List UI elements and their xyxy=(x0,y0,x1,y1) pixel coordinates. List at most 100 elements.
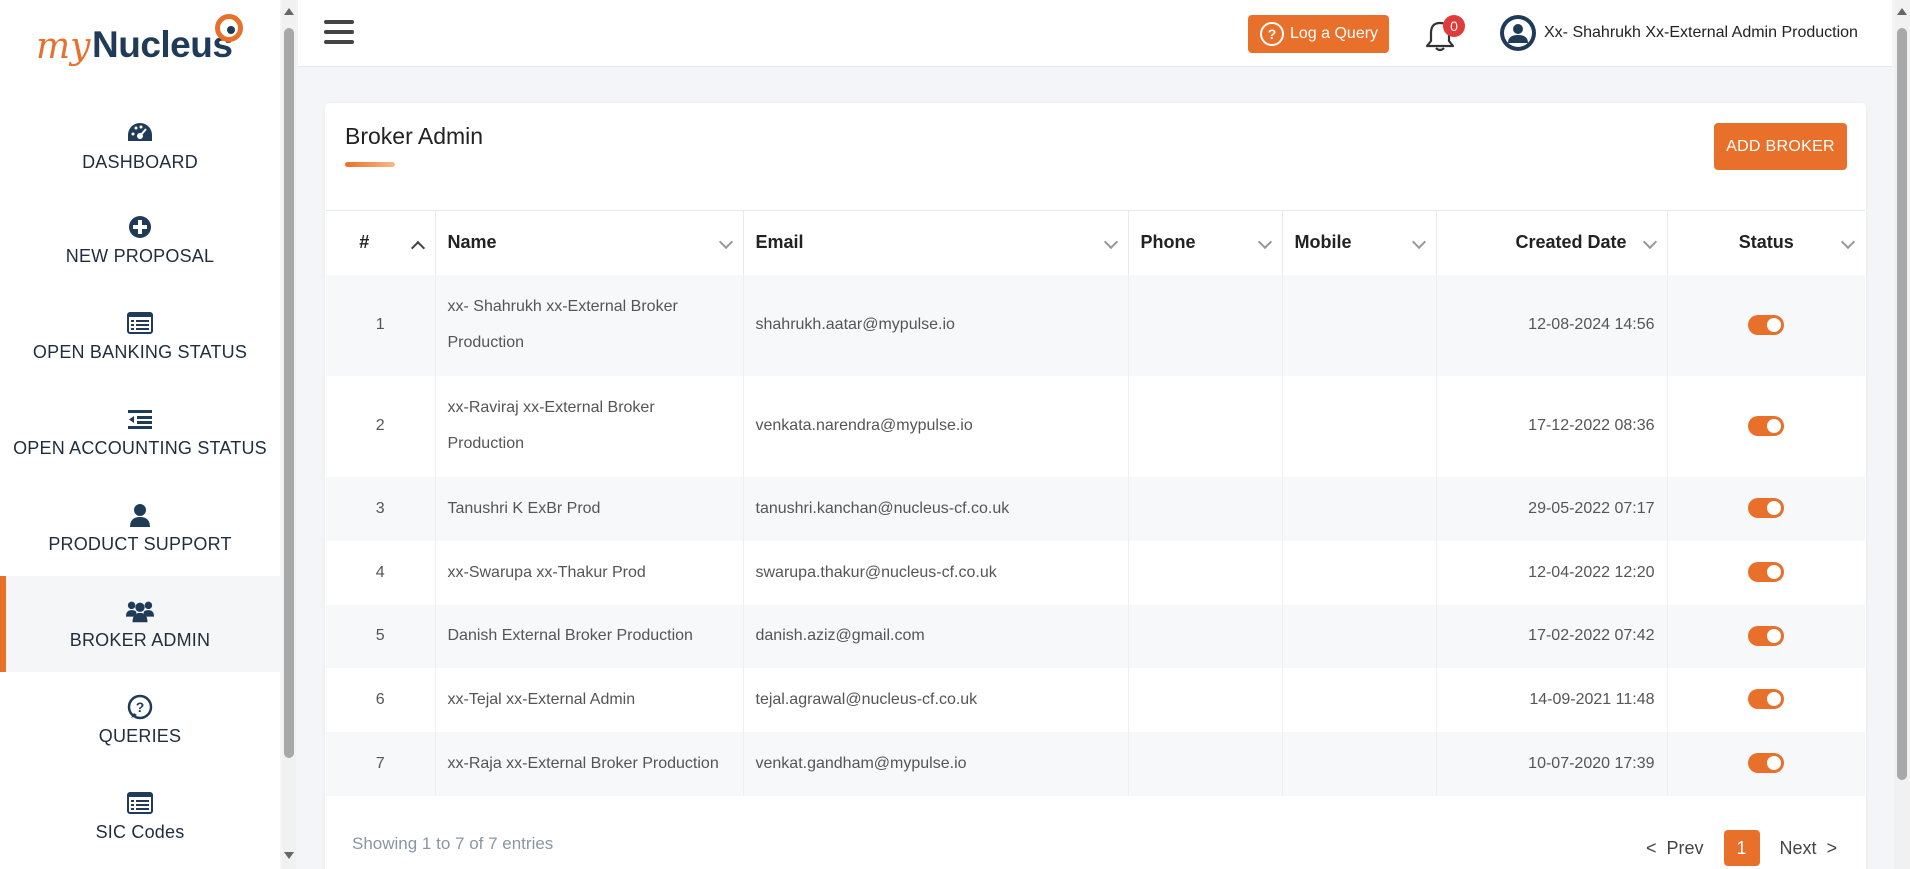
sort-icon[interactable] xyxy=(1642,234,1657,250)
sidebar-item-new-proposal[interactable]: NEW PROPOSAL xyxy=(0,192,280,288)
scroll-up-icon[interactable] xyxy=(1897,8,1907,15)
cell-number: 3 xyxy=(326,476,436,541)
next-page-link[interactable]: Next > xyxy=(1780,838,1838,859)
cell-name: xx-Tejal xx-External Admin xyxy=(435,667,744,732)
cell-status xyxy=(1667,375,1865,477)
dashboard-icon xyxy=(126,120,154,146)
cell-phone xyxy=(1128,731,1283,796)
cell-mobile xyxy=(1282,274,1437,376)
sort-icon[interactable] xyxy=(1103,234,1118,250)
column-header-label: Mobile xyxy=(1294,232,1352,253)
cell-created-date: 10-07-2020 17:39 xyxy=(1436,731,1668,796)
broker-table: # Name Email Phone Mobile Created Date S… xyxy=(326,210,1865,796)
column-header-label: # xyxy=(359,232,370,253)
sort-ascending-icon[interactable] xyxy=(410,240,425,256)
table-row[interactable]: 6 xx-Tejal xx-External Admin tejal.agraw… xyxy=(326,667,1865,732)
sidebar-item-product-support[interactable]: PRODUCT SUPPORT xyxy=(0,480,280,576)
name-line: xx-Raviraj xx-External Broker xyxy=(447,399,655,416)
cell-email: venkat.gandham@mypulse.io xyxy=(743,731,1129,796)
plus-circle-icon xyxy=(126,214,154,240)
cell-number: 5 xyxy=(326,604,436,668)
sidebar-item-open-banking-status[interactable]: OPEN BANKING STATUS xyxy=(0,288,280,384)
cell-name: xx-Raviraj xx-External Broker Production xyxy=(435,375,744,477)
column-header-mobile[interactable]: Mobile xyxy=(1282,210,1437,275)
cell-number: 2 xyxy=(326,375,436,477)
cell-phone xyxy=(1128,375,1283,477)
sidebar-nav: DASHBOARD NEW PROPOSAL OPEN BANKING STAT… xyxy=(0,101,280,864)
cell-status xyxy=(1667,274,1865,376)
next-label: Next xyxy=(1779,837,1817,858)
table-row[interactable]: 5 Danish External Broker Production dani… xyxy=(326,604,1865,668)
status-toggle[interactable] xyxy=(1748,415,1785,436)
sort-icon[interactable] xyxy=(1411,234,1426,250)
sort-icon[interactable] xyxy=(1257,234,1272,250)
sidebar-scroll-thumb[interactable] xyxy=(284,28,294,758)
log-query-label: Log a Query xyxy=(1290,25,1379,42)
table-header-row: # Name Email Phone Mobile Created Date S… xyxy=(326,210,1865,275)
sidebar-item-dashboard[interactable]: DASHBOARD xyxy=(0,101,280,192)
sort-icon[interactable] xyxy=(718,234,733,250)
scroll-down-icon[interactable] xyxy=(284,852,294,859)
user-menu[interactable]: Xx- Shahrukh Xx-External Admin Productio… xyxy=(1500,14,1858,52)
column-header-number[interactable]: # xyxy=(326,210,436,275)
cell-mobile xyxy=(1282,476,1437,541)
status-toggle[interactable] xyxy=(1748,314,1785,335)
sort-icon[interactable] xyxy=(1840,234,1856,250)
sidebar-item-broker-admin[interactable]: BROKER ADMIN xyxy=(0,576,280,672)
list-icon xyxy=(126,310,154,336)
page-scrollbar[interactable] xyxy=(1894,0,1910,869)
cell-created-date: 12-04-2022 12:20 xyxy=(1436,540,1668,605)
column-header-created-date[interactable]: Created Date xyxy=(1436,210,1668,275)
scroll-up-icon[interactable] xyxy=(284,8,294,15)
table-row[interactable]: 2 xx-Raviraj xx-External Broker Productio… xyxy=(326,375,1865,477)
sidebar-item-label: BROKER ADMIN xyxy=(69,629,211,650)
table-row[interactable]: 3 Tanushri K ExBr Prod tanushri.kanchan@… xyxy=(326,476,1865,541)
add-broker-button[interactable]: ADD BROKER xyxy=(1714,123,1847,170)
table-row[interactable]: 7 xx-Raja xx-External Broker Production … xyxy=(326,731,1865,796)
column-header-phone[interactable]: Phone xyxy=(1128,210,1283,275)
name-line: Production xyxy=(447,435,525,452)
table-row[interactable]: 1 xx- Shahrukh xx-External Broker Product… xyxy=(326,274,1865,376)
column-header-name[interactable]: Name xyxy=(435,210,744,275)
column-header-status[interactable]: Status xyxy=(1667,210,1865,275)
cell-email: tanushri.kanchan@nucleus-cf.co.uk xyxy=(743,476,1129,541)
prev-page-link[interactable]: < Prev xyxy=(1646,838,1704,859)
question-bubble-icon: ? xyxy=(1260,22,1284,46)
cell-email: shahrukh.aatar@mypulse.io xyxy=(743,274,1129,376)
column-header-label: Phone xyxy=(1140,232,1196,253)
sidebar-scrollbar[interactable] xyxy=(282,0,296,869)
cell-status xyxy=(1667,540,1865,605)
notification-count-badge: 0 xyxy=(1443,15,1465,37)
cell-name: xx- Shahrukh xx-External Broker Productio… xyxy=(435,274,744,376)
page-title: Broker Admin xyxy=(345,123,484,149)
cell-status xyxy=(1667,476,1865,541)
name-line: Production xyxy=(447,334,525,351)
table-row[interactable]: 4 xx-Swarupa xx-Thakur Prod swarupa.thak… xyxy=(326,540,1865,605)
sidebar-item-queries[interactable]: ? QUERIES xyxy=(0,672,280,768)
prev-label: Prev xyxy=(1666,837,1704,858)
status-toggle[interactable] xyxy=(1748,562,1785,583)
cell-name: Tanushri K ExBr Prod xyxy=(435,476,744,541)
mynucleus-logo[interactable]: my Nucleus xyxy=(36,12,246,72)
sidebar-item-label: DASHBOARD xyxy=(82,152,198,172)
cell-mobile xyxy=(1282,604,1437,668)
cell-number: 1 xyxy=(326,274,436,376)
column-header-email[interactable]: Email xyxy=(743,210,1129,275)
column-header-label: Email xyxy=(755,232,804,253)
status-toggle[interactable] xyxy=(1748,689,1785,710)
status-toggle[interactable] xyxy=(1748,753,1785,774)
status-toggle[interactable] xyxy=(1748,625,1785,646)
sidebar-item-label: OPEN ACCOUNTING STATUS xyxy=(13,437,267,458)
pagination: < Prev 1 Next > xyxy=(1638,830,1845,866)
sidebar-item-label: NEW PROPOSAL xyxy=(65,245,215,266)
page-scroll-thumb[interactable] xyxy=(1897,28,1907,780)
hamburger-menu-icon[interactable] xyxy=(324,20,354,46)
sidebar-item-sic-codes[interactable]: SIC Codes xyxy=(0,768,280,864)
sidebar-item-open-accounting-status[interactable]: OPEN ACCOUNTING STATUS xyxy=(0,384,280,480)
page-button-current[interactable]: 1 xyxy=(1723,830,1760,866)
log-query-button[interactable]: ? Log a Query xyxy=(1248,15,1389,53)
cell-created-date: 12-08-2024 14:56 xyxy=(1436,274,1668,376)
cell-phone xyxy=(1128,476,1283,541)
cell-mobile xyxy=(1282,540,1437,605)
status-toggle[interactable] xyxy=(1748,498,1785,519)
